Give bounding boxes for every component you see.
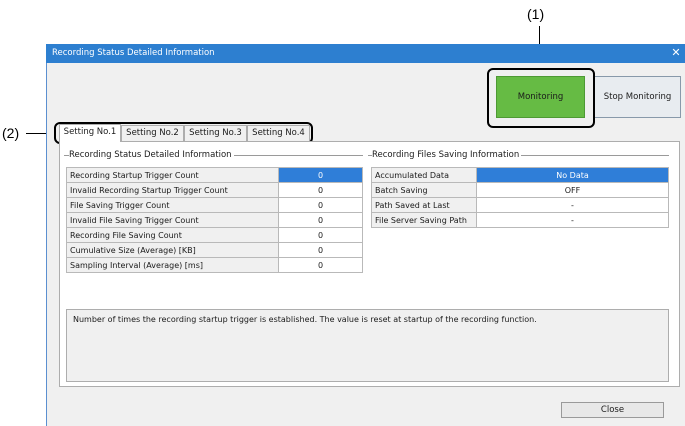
table-row[interactable]: Recording File Saving Count 0 — [66, 227, 363, 243]
row-value: 0 — [278, 182, 363, 198]
row-label: Invalid Recording Startup Trigger Count — [66, 182, 279, 198]
close-icon[interactable]: ✕ — [667, 44, 685, 63]
row-value: 0 — [278, 167, 363, 183]
table-row[interactable]: File Saving Trigger Count 0 — [66, 197, 363, 213]
table-row[interactable]: Cumulative Size (Average) [KB] 0 — [66, 242, 363, 258]
row-label: File Server Saving Path — [371, 212, 477, 228]
row-label: File Saving Trigger Count — [66, 197, 279, 213]
description-box: Number of times the recording startup tr… — [66, 309, 669, 382]
callout-label-2: (2) — [2, 125, 20, 141]
row-label: Recording Startup Trigger Count — [66, 167, 279, 183]
status-table: Recording Startup Trigger Count 0 Invalid… — [66, 167, 363, 273]
table-row[interactable]: File Server Saving Path - — [371, 212, 669, 228]
status-group-title: Recording Status Detailed Information — [69, 150, 234, 160]
row-label: Batch Saving — [371, 182, 477, 198]
table-row[interactable]: Sampling Interval (Average) [ms] 0 — [66, 257, 363, 273]
row-value: 0 — [278, 197, 363, 213]
callout-box-1 — [487, 68, 595, 128]
row-label: Cumulative Size (Average) [KB] — [66, 242, 279, 258]
files-group-title: Recording Files Saving Information — [372, 150, 522, 160]
files-table: Accumulated Data No Data Batch Saving OFF … — [371, 167, 669, 228]
tab-setting-1[interactable]: Setting No.1 — [59, 124, 121, 142]
table-row[interactable]: Batch Saving OFF — [371, 182, 669, 198]
row-label: Path Saved at Last — [371, 197, 477, 213]
table-row[interactable]: Recording Startup Trigger Count 0 — [66, 167, 363, 183]
row-value: 0 — [278, 227, 363, 243]
table-row[interactable]: Accumulated Data No Data — [371, 167, 669, 183]
row-label: Recording File Saving Count — [66, 227, 279, 243]
table-row[interactable]: Invalid Recording Startup Trigger Count 0 — [66, 182, 363, 198]
table-row[interactable]: Invalid File Saving Trigger Count 0 — [66, 212, 363, 228]
close-button[interactable]: Close — [561, 402, 664, 418]
stop-monitoring-button[interactable]: Stop Monitoring — [594, 76, 681, 118]
row-value: 0 — [278, 257, 363, 273]
table-row[interactable]: Path Saved at Last - — [371, 197, 669, 213]
row-value: OFF — [476, 182, 669, 198]
row-label: Sampling Interval (Average) [ms] — [66, 257, 279, 273]
row-value: No Data — [476, 167, 669, 183]
row-label: Accumulated Data — [371, 167, 477, 183]
row-label: Invalid File Saving Trigger Count — [66, 212, 279, 228]
row-value: 0 — [278, 242, 363, 258]
row-value: - — [476, 212, 669, 228]
row-value: - — [476, 197, 669, 213]
row-value: 0 — [278, 212, 363, 228]
window-title: Recording Status Detailed Information — [46, 44, 685, 63]
callout-label-1: (1) — [527, 6, 545, 22]
